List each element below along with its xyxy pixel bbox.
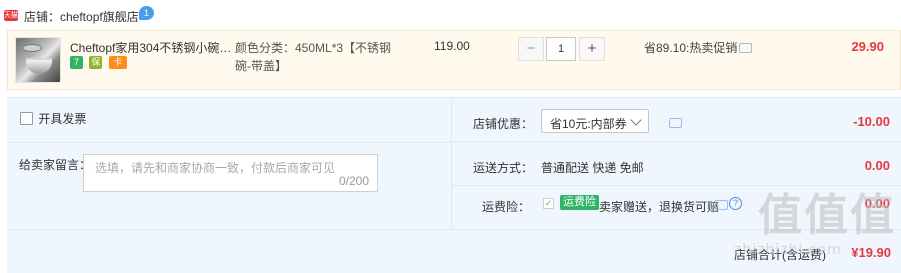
watermark-logo: 值值值	[758, 190, 896, 241]
invoice-label: 开具发票	[38, 112, 87, 126]
insurance-checkbox[interactable]: ✓	[543, 198, 554, 209]
site-watermark: 值值值 zhizhizhi.com	[728, 190, 901, 273]
invoice-checkbox[interactable]	[20, 112, 33, 125]
message-placeholder: 选填，请先和商家协商一致，付款后商家可见	[95, 161, 336, 175]
coupon-amount: -10.00	[853, 114, 890, 129]
coupon-chat-icon[interactable]	[669, 118, 682, 128]
shipping-label: 运送方式：	[473, 161, 534, 175]
unit-price: 119.00	[434, 39, 470, 53]
credit-card-icon[interactable]: 卡	[108, 56, 127, 69]
bowl-shape	[26, 58, 52, 74]
quantity-minus-button[interactable]: −	[518, 37, 544, 61]
cart-item: Cheftopf家用304不锈钢小碗蒸... 7 保 卡 颜色分类：450ML*…	[7, 30, 901, 90]
quantity-input[interactable]: 1	[546, 37, 576, 61]
coupon-row: 店铺优惠： 省10元:内部券 -10.00	[452, 98, 901, 142]
message-textarea[interactable]: 选填，请先和商家协商一致，付款后商家可见 0/200	[83, 154, 378, 192]
promo-chat-icon[interactable]	[739, 43, 752, 53]
promo-text: 省89.10:热卖促销	[644, 41, 738, 55]
quantity-plus-button[interactable]: +	[579, 37, 605, 61]
watermark-url: zhizhizhi.com	[734, 242, 842, 258]
message-counter: 0/200	[338, 174, 369, 188]
message-label: 给卖家留言：	[19, 158, 92, 172]
insurance-chat-icon[interactable]	[715, 200, 728, 210]
coupon-select[interactable]: 省10元:内部券	[541, 109, 649, 133]
chat-bubble-icon[interactable]: 1	[139, 6, 154, 20]
shipping-amount: 0.00	[864, 158, 890, 173]
item-subtotal: 29.90	[851, 39, 884, 54]
shipping-row: 运送方式： 普通配送 快递 免邮 0.00	[452, 142, 901, 186]
coupon-selected-value: 省10元:内部券	[550, 117, 627, 131]
guarantee-icon[interactable]: 保	[89, 56, 103, 69]
seven-day-return-icon[interactable]: 7	[70, 56, 83, 69]
chevron-down-icon	[630, 114, 642, 126]
product-thumbnail[interactable]	[15, 37, 61, 83]
insurance-badge: 运费险	[560, 195, 599, 210]
sku-info: 颜色分类：450ML*3【不锈钢碗-带盖】	[235, 41, 392, 73]
tmall-badge: 天猫	[4, 10, 18, 21]
buyer-options: 开具发票 给卖家留言： 选填，请先和商家协商一致，付款后商家可见 0/200	[7, 98, 451, 229]
divider	[7, 142, 451, 143]
invoice-option[interactable]: 开具发票	[20, 110, 86, 127]
insurance-label: 运费险：	[482, 200, 531, 214]
store-name-link[interactable]: 店铺：cheftopf旗舰店	[24, 8, 139, 25]
insurance-text: 卖家赠送，退换货可赔	[599, 200, 720, 214]
shipping-method: 普通配送 快递 免邮	[541, 161, 644, 175]
service-icons: 7 保 卡	[70, 56, 130, 70]
lid-shape	[22, 44, 42, 52]
product-title-link[interactable]: Cheftopf家用304不锈钢小碗蒸...	[70, 39, 235, 56]
store-header: 天猫 店铺：cheftopf旗舰店 1	[0, 0, 901, 30]
coupon-label: 店铺优惠：	[473, 117, 534, 131]
